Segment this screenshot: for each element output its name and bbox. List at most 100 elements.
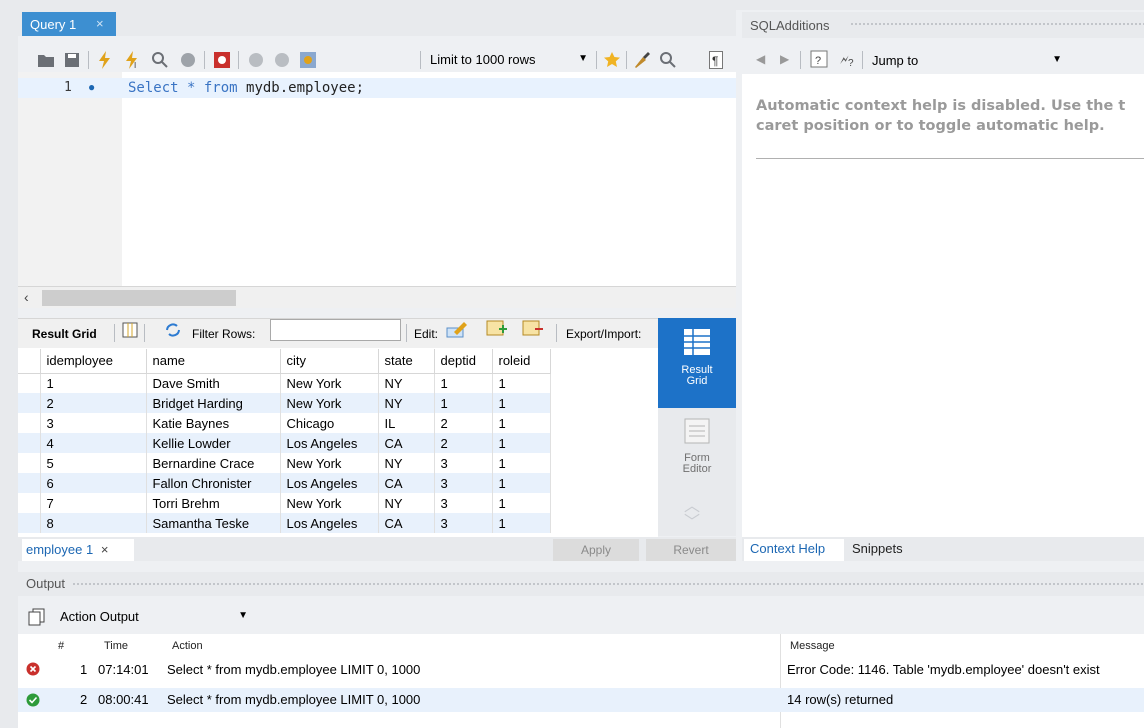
tab-employee-1[interactable]: employee 1 × xyxy=(22,539,134,561)
row-selector[interactable] xyxy=(18,473,41,493)
beautify-brush-icon[interactable] xyxy=(632,50,652,70)
table-cell[interactable]: 4 xyxy=(40,433,147,453)
close-icon[interactable]: × xyxy=(96,16,104,31)
copy-icon[interactable] xyxy=(28,608,46,629)
chevron-down-icon[interactable]: ﹀ xyxy=(684,508,700,532)
save-icon[interactable] xyxy=(62,50,82,70)
table-cell[interactable]: Chicago xyxy=(280,413,379,433)
column-header[interactable]: deptid xyxy=(434,349,493,374)
table-row[interactable]: 8 Samantha Teske Los Angeles CA 3 1 xyxy=(18,513,551,533)
jump-to-select[interactable]: Jump to ▼ xyxy=(868,50,1068,72)
sql-code[interactable]: Select * from mydb.employee; xyxy=(128,80,364,96)
table-cell[interactable]: New York xyxy=(280,493,379,513)
forward-arrow-icon[interactable]: ▶ xyxy=(780,52,789,66)
table-cell[interactable]: 1 xyxy=(492,513,551,533)
column-header[interactable]: name xyxy=(146,349,281,374)
filter-rows-input[interactable] xyxy=(270,319,401,341)
column-header[interactable]: roleid xyxy=(492,349,551,374)
table-cell[interactable]: 3 xyxy=(434,453,493,473)
table-cell[interactable]: 3 xyxy=(434,513,493,533)
table-row[interactable]: 1 Dave Smith New York NY 1 1 xyxy=(18,373,551,393)
column-header[interactable]: idemployee xyxy=(40,349,147,374)
table-cell[interactable]: New York xyxy=(280,373,379,393)
table-cell[interactable]: NY xyxy=(378,453,435,473)
tab-query-1[interactable]: Query 1 × xyxy=(22,12,116,36)
table-cell[interactable]: NY xyxy=(378,393,435,413)
column-header[interactable]: state xyxy=(378,349,435,374)
table-cell[interactable]: 7 xyxy=(40,493,147,513)
limit-rows-select[interactable]: Limit to 1000 rows ▼ xyxy=(424,49,594,71)
column-header[interactable]: city xyxy=(280,349,379,374)
table-cell[interactable]: Katie Baynes xyxy=(146,413,281,433)
action-output-select[interactable]: Action Output ▼ xyxy=(56,606,256,628)
table-row[interactable]: 4 Kellie Lowder Los Angeles CA 2 1 xyxy=(18,433,551,453)
table-cell[interactable]: 1 xyxy=(434,373,493,393)
table-cell[interactable]: IL xyxy=(378,413,435,433)
row-selector[interactable] xyxy=(18,433,41,453)
auto-help-icon[interactable]: 🗲? xyxy=(838,50,858,71)
table-cell[interactable]: Bridget Harding xyxy=(146,393,281,413)
find-magnifier-icon[interactable] xyxy=(658,50,678,70)
autocommit-icon[interactable] xyxy=(298,50,318,70)
rollback-icon[interactable] xyxy=(272,50,292,70)
output-row[interactable]: 1 07:14:01 Select * from mydb.employee L… xyxy=(18,658,1144,682)
output-row[interactable]: 2 08:00:41 Select * from mydb.employee L… xyxy=(18,688,1144,712)
table-cell[interactable]: 2 xyxy=(434,413,493,433)
table-cell[interactable]: NY xyxy=(378,373,435,393)
table-row[interactable]: 2 Bridget Harding New York NY 1 1 xyxy=(18,393,551,413)
row-selector[interactable] xyxy=(18,393,41,413)
open-folder-icon[interactable] xyxy=(36,50,56,70)
explain-magnifier-icon[interactable] xyxy=(150,50,170,70)
toggle-error-icon[interactable] xyxy=(212,50,232,70)
tab-context-help[interactable]: Context Help xyxy=(744,539,844,561)
table-cell[interactable]: Los Angeles xyxy=(280,513,379,533)
invisible-chars-icon[interactable]: ¶ xyxy=(706,50,726,70)
table-cell[interactable]: Kellie Lowder xyxy=(146,433,281,453)
row-selector[interactable] xyxy=(18,513,41,533)
refresh-icon[interactable] xyxy=(164,322,182,341)
back-arrow-icon[interactable]: ◀ xyxy=(756,52,765,66)
table-cell[interactable]: 1 xyxy=(492,433,551,453)
table-cell[interactable]: 1 xyxy=(434,393,493,413)
delete-row-icon[interactable] xyxy=(522,320,544,341)
table-row[interactable]: 7 Torri Brehm New York NY 3 1 xyxy=(18,493,551,513)
table-cell[interactable]: 3 xyxy=(434,473,493,493)
table-cell[interactable]: Los Angeles xyxy=(280,433,379,453)
tab-snippets[interactable]: Snippets xyxy=(852,539,903,556)
execute-current-icon[interactable]: I xyxy=(122,50,142,70)
table-cell[interactable]: 3 xyxy=(434,493,493,513)
table-cell[interactable]: New York xyxy=(280,393,379,413)
scroll-left-icon[interactable]: ‹ xyxy=(24,289,29,305)
table-row[interactable]: 3 Katie Baynes Chicago IL 2 1 xyxy=(18,413,551,433)
sql-editor[interactable] xyxy=(18,72,736,286)
table-cell[interactable]: 2 xyxy=(40,393,147,413)
row-selector[interactable] xyxy=(18,413,41,433)
table-row[interactable]: 6 Fallon Chronister Los Angeles CA 3 1 xyxy=(18,473,551,493)
stop-hand-icon[interactable] xyxy=(178,50,198,70)
row-selector[interactable] xyxy=(18,493,41,513)
table-cell[interactable]: 3 xyxy=(40,413,147,433)
table-cell[interactable]: Fallon Chronister xyxy=(146,473,281,493)
table-cell[interactable]: 2 xyxy=(434,433,493,453)
close-icon[interactable]: × xyxy=(101,542,109,557)
table-cell[interactable]: Torri Brehm xyxy=(146,493,281,513)
table-cell[interactable]: 1 xyxy=(492,473,551,493)
table-cell[interactable]: 1 xyxy=(492,393,551,413)
table-cell[interactable]: Samantha Teske xyxy=(146,513,281,533)
table-cell[interactable]: New York xyxy=(280,453,379,473)
result-grid-view-button[interactable]: Result Grid xyxy=(658,318,736,408)
grid-layout-icon[interactable] xyxy=(122,322,138,341)
table-cell[interactable]: CA xyxy=(378,433,435,453)
editor-hscrollbar[interactable]: ‹ xyxy=(18,286,736,308)
table-row[interactable]: 5 Bernardine Crace New York NY 3 1 xyxy=(18,453,551,473)
table-cell[interactable]: NY xyxy=(378,493,435,513)
table-cell[interactable]: CA xyxy=(378,473,435,493)
context-help-icon[interactable]: ? xyxy=(810,50,828,71)
table-cell[interactable]: CA xyxy=(378,513,435,533)
table-cell[interactable]: 1 xyxy=(492,413,551,433)
edit-cell-icon[interactable] xyxy=(446,320,468,341)
result-grid-label[interactable]: Result Grid xyxy=(32,327,97,341)
apply-button[interactable]: Apply xyxy=(553,539,639,561)
scroll-thumb[interactable] xyxy=(42,290,236,306)
table-cell[interactable]: 8 xyxy=(40,513,147,533)
